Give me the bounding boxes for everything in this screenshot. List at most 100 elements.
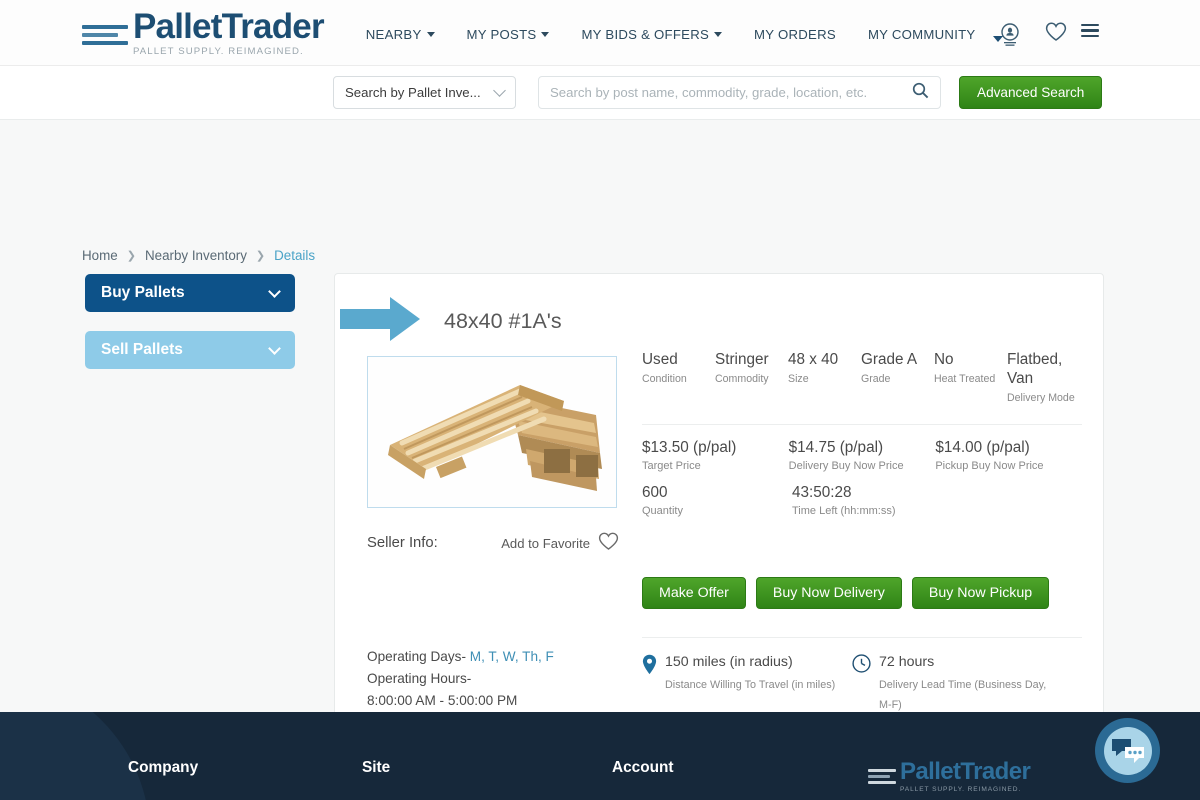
- sidebar-item-label: Sell Pallets: [101, 341, 183, 358]
- operating-hours-value: 8:00:00 AM - 5:00:00 PM: [367, 693, 518, 708]
- lead-time-value: 72 hours: [879, 654, 935, 670]
- footer-column-account: Account Privacy: [612, 759, 862, 800]
- spec-label: Grade: [861, 373, 891, 385]
- listing-title-row: 48x40 #1A's: [335, 274, 1103, 349]
- chevron-down-icon: [426, 32, 435, 37]
- chat-widget-button[interactable]: [1095, 718, 1160, 783]
- nav-item-nearby[interactable]: NEARBY: [350, 21, 451, 48]
- nav-label: MY POSTS: [466, 27, 537, 42]
- sidebar-item-label: Buy Pallets: [101, 284, 185, 301]
- buy-now-pickup-button[interactable]: Buy Now Pickup: [911, 577, 1050, 609]
- site-header: PalletTrader PALLET SUPPLY. REIMAGINED. …: [0, 0, 1200, 66]
- map-pin-icon: [642, 654, 657, 715]
- footer-brand-logo[interactable]: PalletTrader PALLET SUPPLY. REIMAGINED.: [868, 760, 1031, 793]
- lead-time-label: Delivery Lead Time (Business Day, M-F): [879, 679, 1047, 711]
- search-category-select[interactable]: Search by Pallet Inve...: [333, 76, 516, 109]
- operating-days-label: Operating Days-: [367, 649, 466, 664]
- spec-delivery-mode: Flatbed, Van Delivery Mode: [1007, 350, 1081, 406]
- spec-value: Grade A: [861, 351, 918, 368]
- price-value: $14.75 (p/pal): [788, 439, 884, 456]
- price-label: Target Price: [642, 460, 701, 472]
- listing-details-column: Used Condition Stringer Commodity 48 x 4…: [642, 350, 1082, 715]
- footer-heading: Account: [612, 759, 674, 776]
- operating-hours-label: Operating Hours-: [367, 671, 472, 686]
- logo-name: PalletTrader: [133, 6, 325, 46]
- hamburger-menu-icon[interactable]: [1081, 24, 1099, 38]
- make-offer-button[interactable]: Make Offer: [642, 577, 746, 609]
- operating-days-value: M, T, W, Th, F: [469, 649, 554, 664]
- listing-image: [367, 356, 617, 508]
- nav-item-my-bids-offers[interactable]: MY BIDS & OFFERS: [565, 21, 738, 48]
- divider: [642, 424, 1082, 425]
- seller-info-row: Seller Info: Add to Favorite: [367, 532, 619, 554]
- chevron-down-icon: [714, 32, 723, 37]
- breadcrumb-item-details: Details: [274, 248, 316, 263]
- sidebar-item-sell-pallets[interactable]: Sell Pallets: [85, 331, 295, 369]
- main-content: Home ❯ Nearby Inventory ❯ Details Buy Pa…: [0, 120, 1200, 800]
- price-pickup-buy-now: $14.00 (p/pal) Pickup Buy Now Price: [935, 439, 1082, 472]
- logo-lines-icon: [82, 24, 128, 45]
- nav-item-my-community[interactable]: MY COMMUNITY: [852, 21, 992, 48]
- account-icon[interactable]: [999, 22, 1021, 47]
- footer-logo-tagline: PALLET SUPPLY. REIMAGINED.: [900, 786, 1022, 793]
- chevron-down-icon: [268, 284, 281, 298]
- seller-info-heading: Seller Info:: [367, 535, 438, 551]
- buy-now-delivery-label: Buy Now Delivery: [772, 585, 885, 601]
- nav-label: MY ORDERS: [754, 27, 836, 42]
- price-label: Pickup Buy Now Price: [935, 460, 1044, 472]
- favorites-heart-icon[interactable]: [1045, 22, 1067, 47]
- brand-logo[interactable]: PalletTrader PALLET SUPPLY. REIMAGINED.: [82, 6, 325, 57]
- add-to-favorite-button[interactable]: Add to Favorite: [501, 532, 619, 554]
- distance-label: Distance Willing To Travel (in miles): [665, 679, 836, 691]
- advanced-search-button[interactable]: Advanced Search: [959, 76, 1103, 109]
- chevron-down-icon: [268, 341, 281, 355]
- nav-item-my-posts[interactable]: MY POSTS: [451, 21, 566, 48]
- price-label: Delivery Buy Now Price: [788, 460, 904, 472]
- search-icon[interactable]: [912, 82, 929, 104]
- spec-heat-treated: No Heat Treated: [934, 350, 1007, 406]
- buy-now-pickup-label: Buy Now Pickup: [928, 585, 1033, 601]
- quantity-time-grid: 600 Quantity 43:50:28 Time Left (hh:mm:s…: [642, 484, 1082, 517]
- price-grid: $13.50 (p/pal) Target Price $14.75 (p/pa…: [642, 439, 1082, 472]
- spec-label: Condition: [642, 373, 687, 385]
- breadcrumb-separator-icon: ❯: [255, 250, 266, 262]
- spec-value: Stringer: [715, 351, 769, 368]
- spec-value: No: [934, 351, 954, 368]
- heart-icon: [598, 532, 619, 554]
- nav-item-my-orders[interactable]: MY ORDERS: [738, 21, 852, 48]
- logo-tagline: PALLET SUPPLY. REIMAGINED.: [133, 45, 304, 57]
- search-input-wrap[interactable]: [538, 76, 941, 109]
- logistics-row: 150 miles (in radius) Distance Willing T…: [642, 654, 1082, 715]
- distance-block: 150 miles (in radius) Distance Willing T…: [642, 654, 852, 715]
- breadcrumb: Home ❯ Nearby Inventory ❯ Details: [82, 248, 315, 263]
- search-category-value: Search by Pallet Inve...: [345, 85, 481, 100]
- add-to-favorite-label: Add to Favorite: [501, 535, 590, 551]
- account-chevron-down-icon[interactable]: [993, 36, 1003, 42]
- breadcrumb-item-home[interactable]: Home: [82, 248, 118, 263]
- spec-value: 48 x 40: [788, 351, 839, 368]
- quantity-block: 600 Quantity: [642, 484, 792, 517]
- page-root: PalletTrader PALLET SUPPLY. REIMAGINED. …: [0, 0, 1200, 800]
- breadcrumb-separator-icon: ❯: [126, 250, 136, 262]
- nav-label: MY BIDS & OFFERS: [581, 27, 710, 42]
- search-bar: Search by Pallet Inve... Advanced Search: [0, 66, 1200, 120]
- right-arrow-icon: [338, 294, 422, 349]
- spec-value: Flatbed, Van: [1007, 351, 1063, 387]
- price-target: $13.50 (p/pal) Target Price: [642, 439, 789, 472]
- time-left-block: 43:50:28 Time Left (hh:mm:ss): [792, 484, 942, 517]
- quantity-label: Quantity: [642, 505, 683, 517]
- main-nav: NEARBY MY POSTS MY BIDS & OFFERS MY ORDE…: [350, 21, 1022, 48]
- spec-commodity: Stringer Commodity: [715, 350, 788, 406]
- footer-heading: Site: [362, 759, 391, 776]
- listing-actions: Make Offer Buy Now Delivery Buy Now Pick…: [642, 577, 1082, 609]
- nav-label: MY COMMUNITY: [867, 27, 976, 42]
- sidebar: Buy Pallets Sell Pallets: [85, 274, 295, 388]
- sidebar-item-buy-pallets[interactable]: Buy Pallets: [85, 274, 295, 312]
- breadcrumb-item-nearby-inventory[interactable]: Nearby Inventory: [145, 248, 247, 263]
- clock-icon: [852, 654, 871, 715]
- footer-column-company: Company Main Page: [128, 759, 362, 800]
- buy-now-delivery-button[interactable]: Buy Now Delivery: [755, 577, 902, 609]
- spec-grid: Used Condition Stringer Commodity 48 x 4…: [642, 350, 1082, 406]
- search-input[interactable]: [550, 85, 912, 100]
- spec-value: Used: [642, 351, 678, 368]
